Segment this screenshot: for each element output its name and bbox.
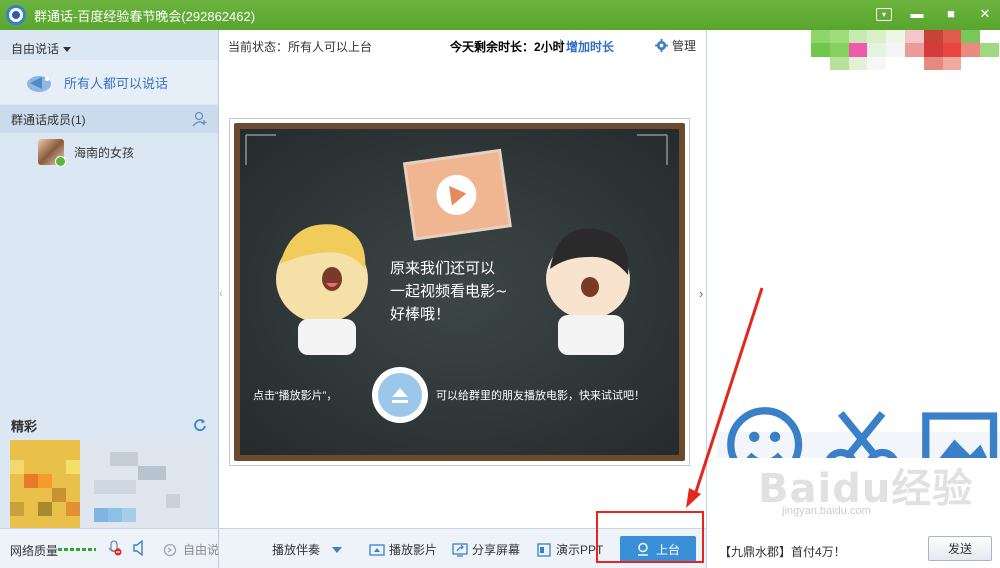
baidu-watermark-url: jingyan.baidu.com <box>782 505 871 517</box>
group-call-window: 群通话-百度经验春节晚会(292862462) ▾ ▬ ■ ✕ 自由说话 所有人… <box>0 0 1000 568</box>
highlight-box <box>596 511 704 563</box>
